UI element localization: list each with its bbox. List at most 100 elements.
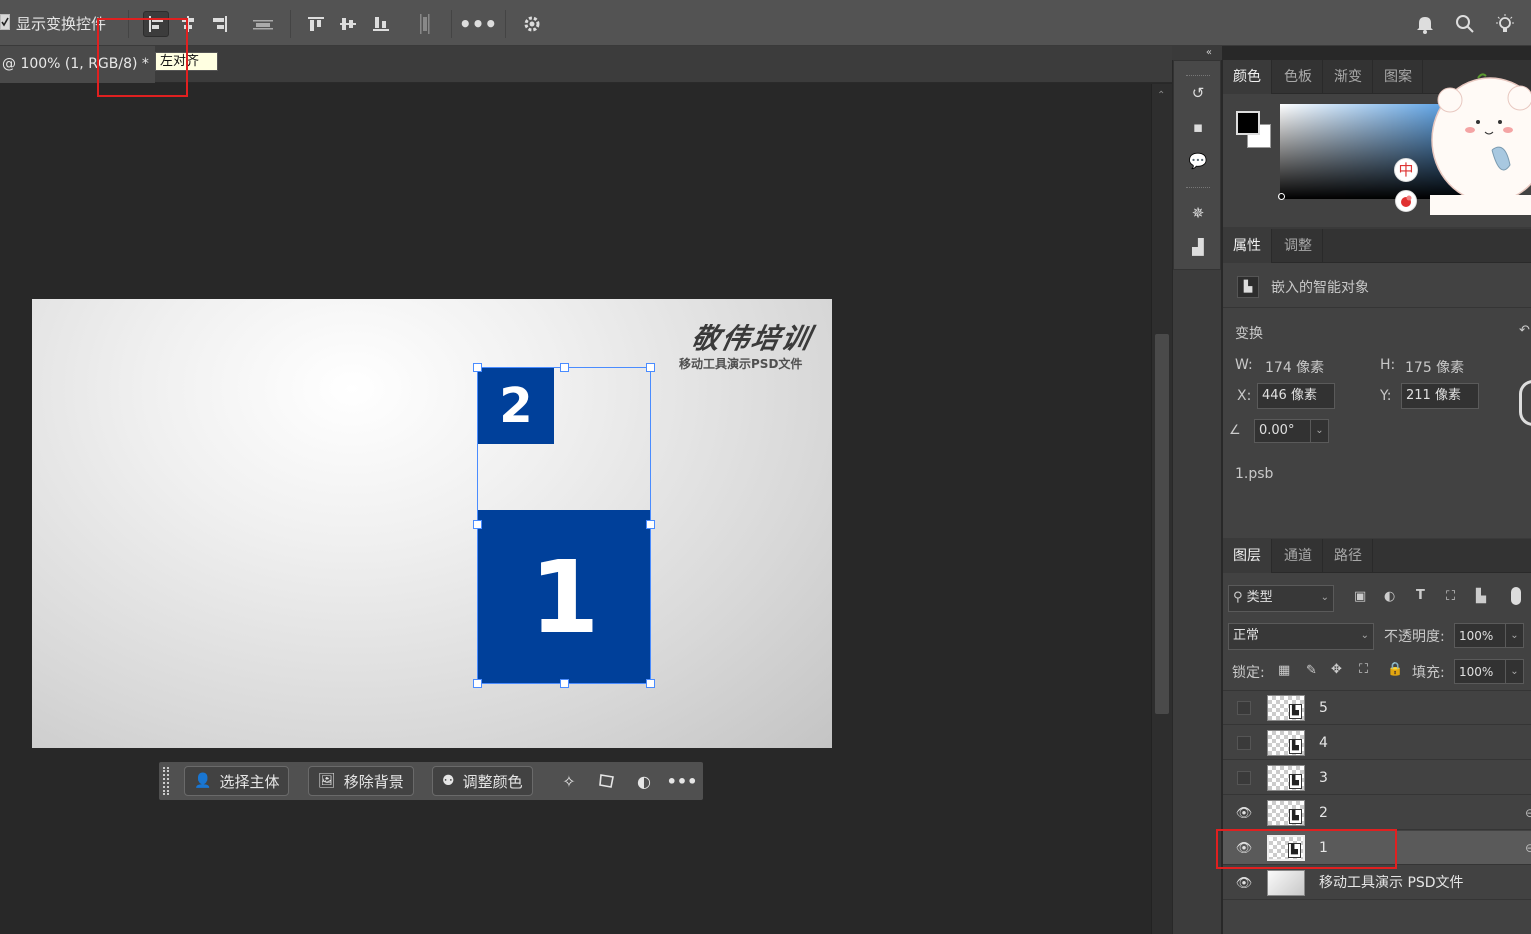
transform-handle[interactable] [473, 363, 482, 372]
transform-handle[interactable] [646, 363, 655, 372]
tab-gradients[interactable]: 渐变 [1324, 60, 1373, 94]
lock-move-icon[interactable]: ✥ [1331, 662, 1342, 677]
link-icon: ⊖ [1524, 806, 1531, 820]
tab-layers[interactable]: 图层 [1223, 539, 1272, 573]
align-bottom-button[interactable] [368, 11, 394, 37]
collapse-panels-bar[interactable]: « [1172, 46, 1222, 60]
visibility-toggle[interactable] [1237, 701, 1251, 715]
distribute-vertical-button[interactable] [411, 11, 437, 37]
chevron-down-icon[interactable]: ⌄ [1310, 420, 1328, 442]
discover-button[interactable] [1492, 11, 1518, 37]
align-vertical-center-button[interactable] [335, 11, 361, 37]
transform-handle[interactable] [560, 679, 569, 688]
tab-patterns[interactable]: 图案 [1374, 60, 1423, 94]
show-transform-label: 显示变换控件 [16, 15, 107, 33]
lock-transparent-icon[interactable]: ▦ [1278, 663, 1290, 678]
layer-filter-dropdown[interactable]: ⚲ 类型 ⌄ [1228, 585, 1334, 612]
drag-handle[interactable] [163, 767, 169, 795]
adjustment-filter-icon[interactable]: ◐ [1384, 589, 1395, 604]
transform-handle[interactable] [560, 363, 569, 372]
tab-paths[interactable]: 路径 [1324, 539, 1373, 573]
width-value[interactable]: 174 像素 [1265, 357, 1324, 377]
align-right-button[interactable] [207, 11, 233, 37]
distribute-horizontal-button[interactable] [250, 11, 276, 37]
layer-row[interactable]: 👁 ▙ 2 ⊖ [1223, 796, 1531, 830]
eye-icon[interactable]: 👁 [1235, 875, 1253, 891]
tab-swatches[interactable]: 色板 [1274, 60, 1323, 94]
y-position-field[interactable]: 211 像素 [1401, 383, 1479, 409]
more-options-button[interactable]: ••• [459, 11, 497, 37]
ime-status-icon[interactable] [1395, 190, 1417, 212]
transform-handle[interactable] [473, 520, 482, 529]
smart-object-filter-icon[interactable]: ▙ [1476, 589, 1486, 604]
layer-row[interactable]: ▙ 4 [1223, 726, 1531, 760]
lock-paint-icon[interactable]: ✎ [1306, 663, 1317, 678]
adjust-color-button[interactable]: ⚉ 调整颜色 [432, 766, 533, 796]
remove-background-button[interactable]: 🖼 移除背景 [308, 766, 414, 796]
tab-properties[interactable]: 属性 [1223, 229, 1272, 263]
scroll-up-icon[interactable]: ⌃ [1157, 90, 1165, 101]
transform-handle[interactable] [473, 679, 482, 688]
foreground-color-swatch[interactable] [1236, 111, 1260, 135]
opacity-field[interactable]: 100% ⌄ [1454, 623, 1524, 648]
notifications-button[interactable] [1412, 11, 1438, 37]
ime-indicator[interactable]: 中 [1394, 158, 1418, 182]
transform-icon[interactable] [595, 769, 619, 793]
shape-filter-icon[interactable]: ⛶ [1446, 589, 1455, 604]
lock-all-icon[interactable]: 🔒 [1387, 662, 1403, 677]
x-label: X: [1237, 388, 1252, 404]
select-subject-label: 选择主体 [219, 772, 280, 791]
pixel-layer-filter-icon[interactable]: ▣ [1354, 589, 1366, 604]
layer-row[interactable]: 👁 移动工具演示 PSD文件 [1223, 866, 1531, 900]
fill-value: 100% [1459, 665, 1494, 679]
ellipsis-icon[interactable]: ••• [667, 769, 698, 793]
tab-adjustments[interactable]: 调整 [1274, 229, 1323, 263]
tab-color[interactable]: 颜色 [1223, 60, 1272, 94]
navigator-icon[interactable]: ✵ [1186, 201, 1210, 225]
magic-wand-icon[interactable]: ✧ [557, 769, 581, 793]
reset-transform-icon[interactable]: ↶ [1519, 323, 1530, 338]
align-top-button[interactable] [303, 11, 329, 37]
type-filter-icon[interactable]: T [1416, 588, 1425, 603]
comments-icon[interactable]: 💬 [1186, 149, 1210, 173]
scrollbar-thumb[interactable] [1155, 334, 1169, 714]
visibility-toggle[interactable] [1237, 771, 1251, 785]
layer-row[interactable]: ▙ 3 [1223, 761, 1531, 795]
contrast-icon[interactable]: ◐ [632, 769, 656, 793]
select-subject-button[interactable]: 👤 选择主体 [184, 766, 290, 796]
settings-button[interactable] [519, 11, 545, 37]
histogram-icon[interactable]: ▟ [1186, 235, 1210, 259]
show-transform-checkbox[interactable] [0, 14, 10, 30]
lock-artboard-icon[interactable]: ⛶ [1359, 662, 1368, 677]
side-widget-icon[interactable] [1519, 380, 1531, 426]
tab-channels[interactable]: 通道 [1274, 539, 1323, 573]
distribute-horizontal-icon [253, 20, 273, 30]
x-position-field[interactable]: 446 像素 [1257, 383, 1335, 409]
brand-logo: 敬伟培训 [688, 322, 816, 355]
document-canvas[interactable]: 敬伟培训 移动工具演示PSD文件 [32, 299, 832, 748]
filter-toggle[interactable] [1511, 587, 1521, 605]
bear-sticker-icon [1430, 73, 1531, 215]
plugins-icon[interactable]: ▪ [1186, 115, 1210, 139]
cartoon-sticker [1430, 70, 1531, 215]
blend-mode-dropdown[interactable]: 正常 ⌄ [1228, 623, 1374, 650]
collapse-icon[interactable]: « [1206, 47, 1212, 58]
visibility-toggle[interactable] [1237, 736, 1251, 750]
grip[interactable] [1186, 75, 1210, 78]
lightbulb-icon [1496, 14, 1514, 32]
vertical-scrollbar[interactable]: ⌃ [1151, 84, 1172, 934]
layer-row[interactable]: ▙ 5 [1223, 691, 1531, 725]
transform-section-title: 变换 [1235, 326, 1263, 342]
eye-icon[interactable]: 👁 [1235, 805, 1253, 821]
height-value[interactable]: 175 像素 [1405, 357, 1464, 377]
angle-field[interactable]: 0.00° ⌄ [1254, 419, 1329, 443]
grip[interactable] [1186, 187, 1210, 190]
history-icon[interactable]: ↺ [1186, 81, 1210, 105]
transform-handle[interactable] [646, 520, 655, 529]
transform-handle[interactable] [646, 679, 655, 688]
options-bar: 显示变换控件 ••• [0, 0, 1531, 46]
color-picker-ring[interactable] [1278, 193, 1285, 200]
transform-bounding-box[interactable] [477, 367, 651, 684]
fill-field[interactable]: 100% ⌄ [1454, 659, 1524, 684]
search-button[interactable] [1452, 11, 1478, 37]
